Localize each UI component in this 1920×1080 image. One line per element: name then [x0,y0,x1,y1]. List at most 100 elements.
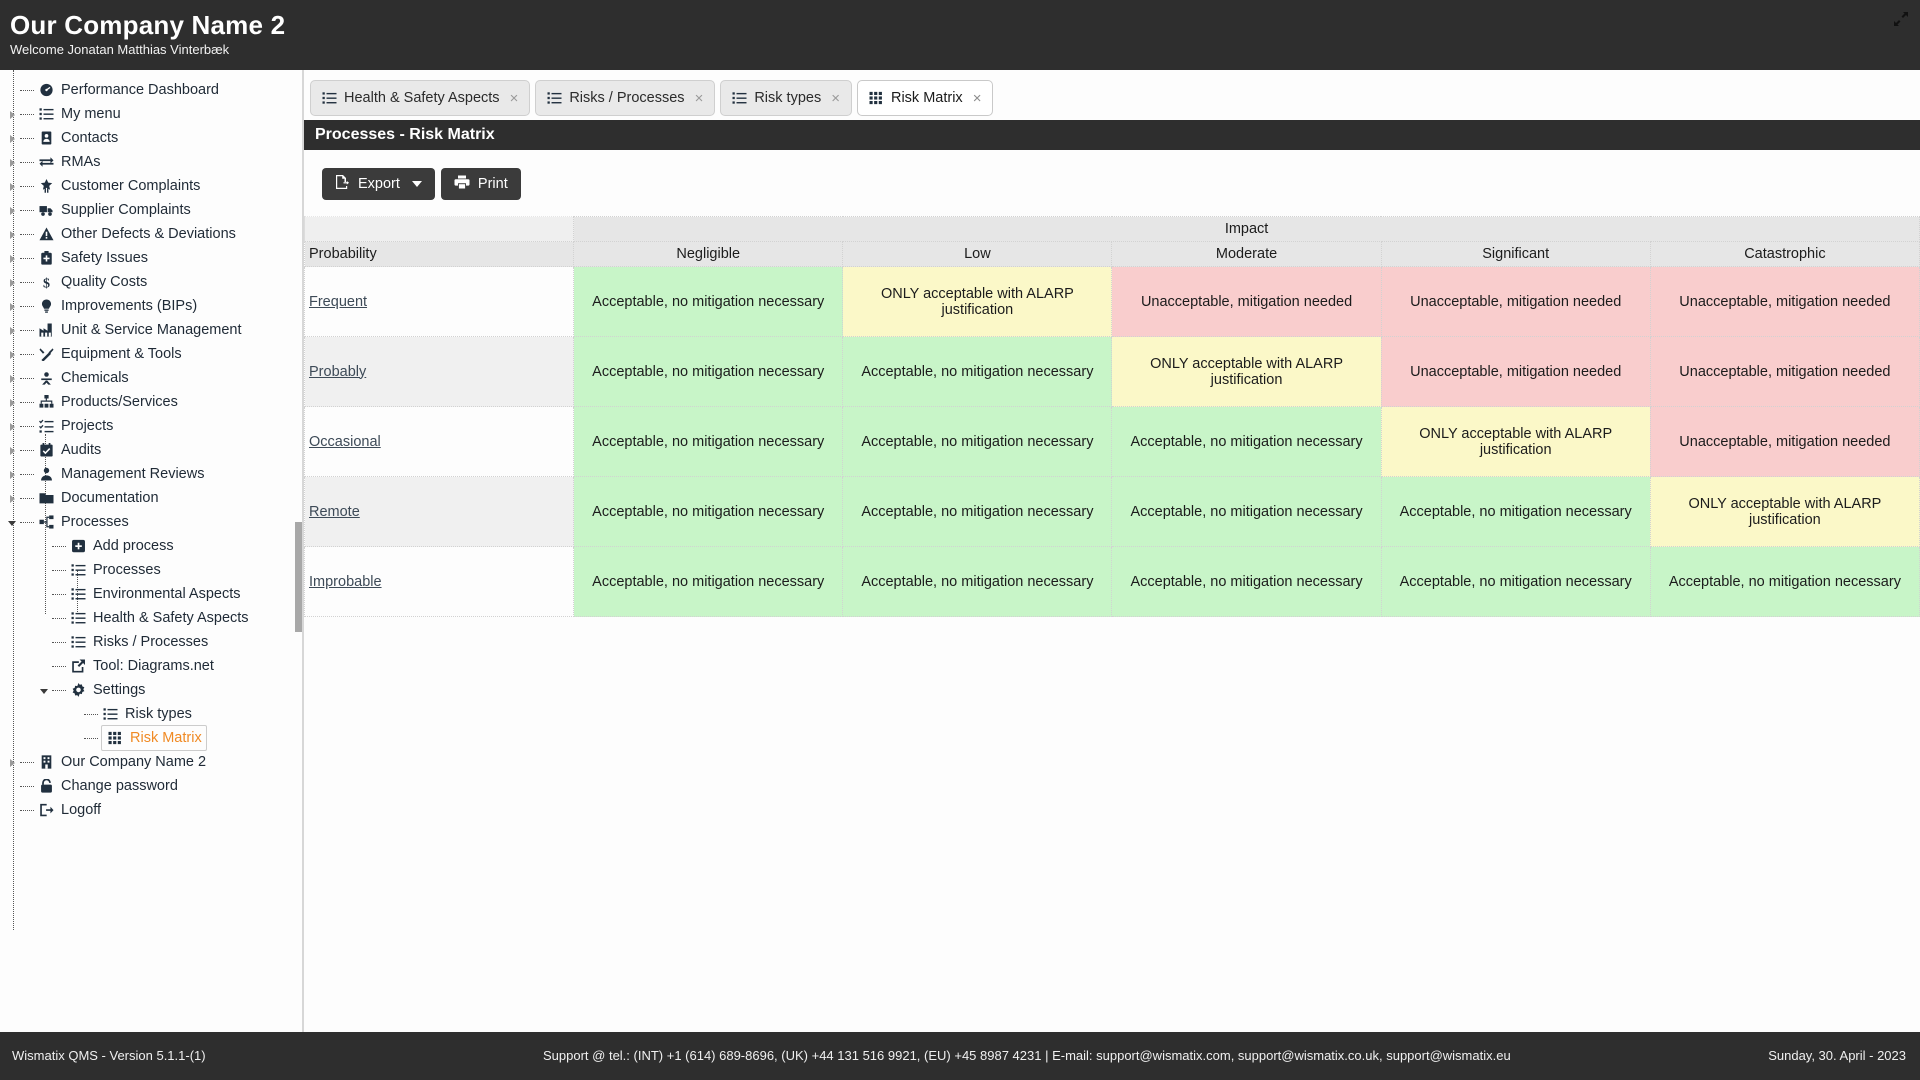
sidebar-item-settings[interactable]: Settings [0,678,303,702]
sidebar-item-my-menu[interactable]: My menu [0,102,303,126]
sidebar-item-documentation[interactable]: Documentation [0,486,303,510]
sidebar-item-processes[interactable]: Processes [0,510,303,534]
matrix-cell[interactable]: Acceptable, no mitigation necessary [1380,476,1651,547]
matrix-cell[interactable]: ONLY acceptable with ALARP justification [1380,406,1651,477]
sidebar-item-health-safety-aspects[interactable]: Health & Safety Aspects [0,606,303,630]
sidebar-item-label: My menu [61,106,121,122]
sidebar-item-unit-service-management[interactable]: Unit & Service Management [0,318,303,342]
tree-expand-toggle[interactable] [6,198,20,222]
tree-expand-toggle[interactable] [6,342,20,366]
sidebar-item-supplier-complaints[interactable]: Supplier Complaints [0,198,303,222]
close-icon[interactable]: × [510,91,519,106]
sidebar-item-audits[interactable]: Audits [0,438,303,462]
tree-collapse-toggle[interactable] [6,510,20,534]
tree-expand-toggle[interactable] [6,294,20,318]
matrix-cell[interactable]: Unacceptable, mitigation needed [1649,266,1920,337]
sidebar-item-safety-issues[interactable]: Safety Issues [0,246,303,270]
matrix-cell[interactable]: Acceptable, no mitigation necessary [573,336,844,407]
sidebar-item-equipment-tools[interactable]: Equipment & Tools [0,342,303,366]
tab-health-safety-aspects[interactable]: Health & Safety Aspects × [310,80,531,116]
matrix-cell[interactable]: Acceptable, no mitigation necessary [1649,546,1920,617]
sidebar-item-other-defects-deviations[interactable]: Other Defects & Deviations [0,222,303,246]
sidebar-item-risks-processes[interactable]: Risks / Processes [0,630,303,654]
probability-link[interactable]: Probably [309,364,366,380]
tree-expand-toggle[interactable] [6,486,20,510]
expand-arrows-icon[interactable] [1892,10,1910,28]
matrix-cell[interactable]: Acceptable, no mitigation necessary [573,266,844,337]
sidebar-item-our-company-name-2[interactable]: Our Company Name 2 [0,750,303,774]
matrix-cell[interactable]: ONLY acceptable with ALARP justification [1649,476,1920,547]
matrix-cell[interactable]: Acceptable, no mitigation necessary [573,406,844,477]
matrix-cell[interactable]: Acceptable, no mitigation necessary [842,336,1113,407]
risk-matrix-container: Impact Probability Negligible Low Moderate S… [303,206,1920,617]
matrix-cell[interactable]: Unacceptable, mitigation needed [1380,336,1651,407]
probability-link[interactable]: Improbable [309,574,382,590]
sidebar-item-projects[interactable]: Projects [0,414,303,438]
sidebar-item-improvements-bips[interactable]: Improvements (BIPs) [0,294,303,318]
sidebar-item-label: Add process [93,538,174,554]
sidebar-item-contacts[interactable]: Contacts [0,126,303,150]
tree-expand-toggle[interactable] [6,126,20,150]
close-icon[interactable]: × [695,91,704,106]
tab-risk-matrix[interactable]: Risk Matrix × [856,80,994,116]
matrix-cell[interactable]: Acceptable, no mitigation necessary [1380,546,1651,617]
matrix-cell[interactable]: Acceptable, no mitigation necessary [1111,406,1382,477]
close-icon[interactable]: × [831,91,840,106]
sidebar-item-risk-types[interactable]: Risk types [0,702,303,726]
tab-risks-processes[interactable]: Risks / Processes × [535,80,716,116]
sidebar-item-processes[interactable]: Processes [0,558,303,582]
tree-expand-toggle[interactable] [6,270,20,294]
tab-bar[interactable]: Health & Safety Aspects × Risks / Processe… [304,70,1920,120]
tree-expand-toggle[interactable] [6,366,20,390]
sidebar-item-customer-complaints[interactable]: Customer Complaints [0,174,303,198]
sidebar-item-management-reviews[interactable]: Management Reviews [0,462,303,486]
export-button[interactable]: Export [322,167,435,200]
tree-expand-toggle[interactable] [6,174,20,198]
matrix-cell[interactable]: Acceptable, no mitigation necessary [573,546,844,617]
tree-expand-toggle[interactable] [6,390,20,414]
sidebar-item-logoff[interactable]: Logoff [0,798,303,822]
lightbulb-icon [37,298,55,314]
matrix-cell[interactable]: Acceptable, no mitigation necessary [842,476,1113,547]
close-icon[interactable]: × [973,91,982,106]
tree-expand-toggle[interactable] [6,102,20,126]
probability-link[interactable]: Frequent [309,294,367,310]
print-button[interactable]: Print [440,167,521,200]
tree-expand-toggle[interactable] [6,318,20,342]
tree-collapse-toggle[interactable] [38,678,52,702]
sidebar-item-environmental-aspects[interactable]: Environmental Aspects [0,582,303,606]
sidebar-item-add-process[interactable]: Add process [0,534,303,558]
tab-risk-types[interactable]: Risk types × [720,80,852,116]
matrix-cell[interactable]: Acceptable, no mitigation necessary [1111,546,1382,617]
matrix-cell[interactable]: Acceptable, no mitigation necessary [842,546,1113,617]
matrix-cell[interactable]: Unacceptable, mitigation needed [1649,336,1920,407]
tree-expand-toggle[interactable] [6,750,20,774]
tree-expand-toggle[interactable] [6,438,20,462]
tree-expand-toggle[interactable] [6,414,20,438]
sidebar-item-quality-costs[interactable]: $ Quality Costs [0,270,303,294]
matrix-cell[interactable]: Acceptable, no mitigation necessary [842,406,1113,477]
tree-expand-toggle[interactable] [6,462,20,486]
matrix-cell[interactable]: Unacceptable, mitigation needed [1380,266,1651,337]
matrix-cell[interactable]: ONLY acceptable with ALARP justification [842,266,1113,337]
matrix-cell[interactable]: ONLY acceptable with ALARP justification [1111,336,1382,407]
sidebar-item-chemicals[interactable]: Chemicals [0,366,303,390]
matrix-cell[interactable]: Unacceptable, mitigation needed [1649,406,1920,477]
tree-expand-toggle[interactable] [6,246,20,270]
sidebar-scrollbar-thumb[interactable] [295,522,302,632]
sidebar-item-change-password[interactable]: Change password [0,774,303,798]
sidebar-item-tool-diagrams-net[interactable]: Tool: Diagrams.net [0,654,303,678]
sidebar-item-performance-dashboard[interactable]: Performance Dashboard [0,78,303,102]
matrix-cell[interactable]: Unacceptable, mitigation needed [1111,266,1382,337]
tree-expand-toggle[interactable] [6,222,20,246]
probability-link[interactable]: Occasional [309,434,381,450]
sidebar-item-rmas[interactable]: RMAs [0,150,303,174]
tree-expand-toggle[interactable] [6,150,20,174]
probability-link[interactable]: Remote [309,504,360,520]
sidebar-item-products-services[interactable]: Products/Services [0,390,303,414]
first-aid-icon [37,250,55,266]
matrix-cell[interactable]: Acceptable, no mitigation necessary [573,476,844,547]
matrix-cell[interactable]: Acceptable, no mitigation necessary [1111,476,1382,547]
sidebar-navigation[interactable]: Performance Dashboard My menu Contacts RMAs… [0,70,303,1032]
sidebar-item-risk-matrix[interactable]: Risk Matrix [0,725,303,751]
